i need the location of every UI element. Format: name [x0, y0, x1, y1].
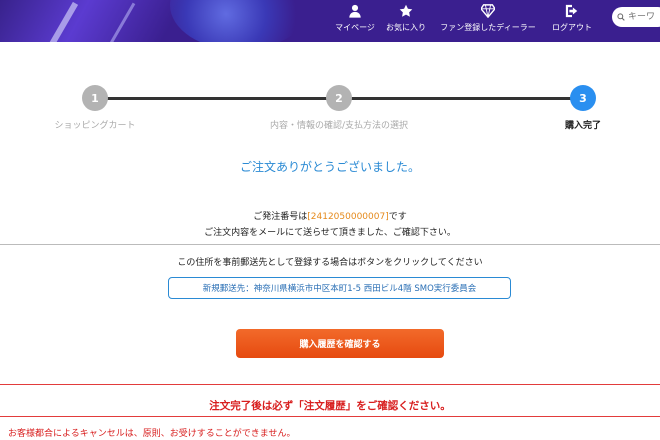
nav-label: お気に入り	[386, 23, 426, 32]
diamond-icon	[481, 4, 495, 18]
order-number-line: ご発注番号は[2412050000007]です	[0, 209, 660, 222]
search-box	[612, 7, 660, 27]
search-input[interactable]	[628, 12, 660, 22]
step-2-label: 内容・情報の確認/支払方法の選択	[269, 121, 409, 131]
address-note: この住所を事前郵送先として登録する場合はボタンをクリックしてください	[177, 258, 483, 268]
nav-label: マイページ	[335, 23, 375, 32]
nav-mypage[interactable]: マイページ	[330, 0, 380, 42]
thanks-message: ご注文ありがとうございました。	[239, 160, 420, 174]
warning-border-bottom	[0, 416, 660, 417]
header-nav: マイページ お気に入り ファン登録したディーラー ログアウト	[330, 0, 600, 42]
step-connector	[95, 97, 340, 100]
header-decoration-glow	[170, 0, 310, 42]
logout-icon	[565, 4, 578, 18]
step-3-circle: 3	[570, 85, 596, 111]
star-icon	[399, 4, 413, 17]
nav-label: ファン登録したディーラー	[440, 23, 536, 32]
nav-label: ログアウト	[552, 23, 592, 32]
search-icon[interactable]	[617, 12, 625, 22]
nav-fan-dealers[interactable]: ファン登録したディーラー	[432, 0, 544, 42]
person-icon	[349, 4, 361, 18]
mail-note: ご注文内容をメールにて送らせて頂きました、ご確認下さい。	[204, 228, 456, 238]
step-1-circle: 1	[82, 85, 108, 111]
step-3-label: 購入完了	[564, 121, 602, 131]
warning-title: 注文完了後は必ず「注文履歴」をご確認ください。	[209, 400, 451, 412]
nav-logout[interactable]: ログアウト	[544, 0, 600, 42]
step-connector	[340, 97, 584, 100]
step-2-circle: 2	[326, 85, 352, 111]
divider	[0, 244, 660, 245]
purchase-history-button[interactable]: 購入履歴を確認する	[236, 329, 444, 358]
register-address-button[interactable]: 新規郵送先：神奈川県横浜市中区本町1-5 西田ビル4階 SMO実行委員会	[168, 277, 511, 299]
order-prefix: ご発注番号は	[253, 212, 308, 222]
step-1-label: ショッピングカート	[54, 121, 136, 131]
warning-border-top	[0, 384, 660, 385]
warning-text: お客様都合によるキャンセルは、原則、お受けすることができません。	[8, 429, 296, 439]
order-suffix: です	[388, 212, 407, 222]
site-header: マイページ お気に入り ファン登録したディーラー ログアウト	[0, 0, 660, 42]
nav-favorites[interactable]: お気に入り	[380, 0, 432, 42]
order-number: [2412050000007]	[307, 212, 389, 222]
